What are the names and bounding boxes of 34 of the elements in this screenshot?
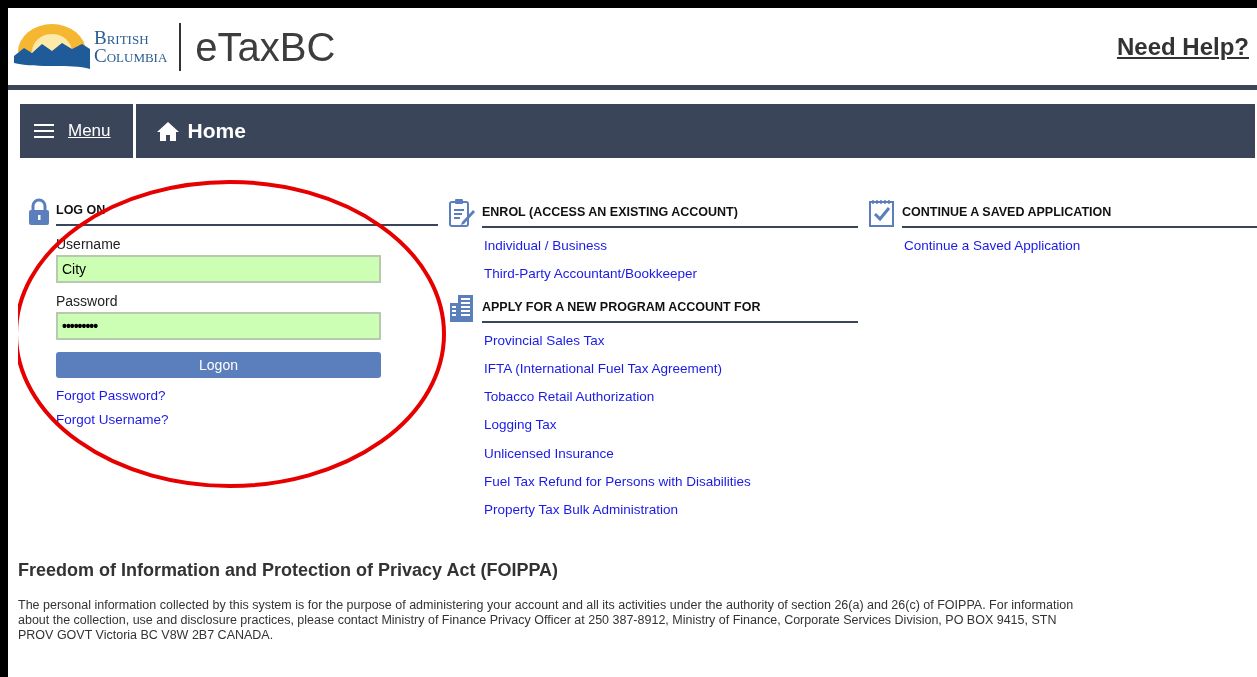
program-link[interactable]: Provincial Sales Tax [484, 330, 858, 351]
page-title: Home [187, 118, 246, 145]
program-link[interactable]: Continue a Saved Application [904, 236, 1257, 257]
home-icon [155, 121, 180, 141]
menu-link[interactable]: Menu [68, 118, 111, 144]
forgot-link[interactable]: Forgot Username? [56, 410, 438, 431]
sunrise-mountains-logo-icon [14, 21, 90, 72]
username-field[interactable]: City [56, 255, 381, 283]
program-link[interactable]: Property Tax Bulk Administration [484, 500, 858, 521]
program-link[interactable]: Unlicensed Insurance [484, 443, 858, 464]
program-link[interactable]: Third-Party Accountant/Bookkeeper [484, 264, 858, 285]
clipboard-pencil-icon [448, 198, 476, 228]
program-link[interactable]: Logging Tax [484, 415, 858, 436]
forgot-link[interactable]: Forgot Password? [56, 386, 438, 407]
privacy-heading: Freedom of Information and Protection of Privacy Act (FOIPPA) [18, 560, 560, 582]
padlock-icon [28, 198, 50, 226]
logo-wordmark: British Columbia [94, 28, 168, 65]
calendar-check-icon [868, 198, 896, 228]
program-link[interactable]: Fuel Tax Refund for Persons with Disabilities [484, 471, 858, 492]
help-link[interactable]: Need Help? [1116, 28, 1249, 65]
program-link[interactable]: Tobacco Retail Authorization [484, 387, 858, 408]
app-title: eTaxBC [195, 23, 336, 71]
program-link[interactable]: Individual / Business [484, 236, 858, 257]
section-heading: ENROL (ACCESS AN EXISTING ACCOUNT) [482, 203, 858, 228]
field-label: Password [56, 292, 119, 311]
section-heading: CONTINUE A SAVED APPLICATION [902, 203, 1257, 228]
menu-icon[interactable] [34, 123, 54, 139]
section-heading: APPLY FOR A NEW PROGRAM ACCOUNT FOR [482, 297, 858, 323]
logon-button[interactable]: Logon [56, 352, 381, 378]
field-label: Username [56, 235, 122, 254]
password-field[interactable]: ••••••••• [56, 312, 381, 340]
program-link[interactable]: IFTA (International Fuel Tax Agreement) [484, 358, 858, 379]
privacy-paragraph: The personal information collected by this system is for the purpose of administering your account and all its activities under the authority of section 26(a) and 26(c) of FOIPPA. For information about the collection, use and disclosure practices, please contact Ministry of Finance Privacy Officer at 250 387-8912, Ministry of Finance, Corporate Services Division, PO BOX 9415, STN PROV GOVT Victoria BC V8W 2B7 CANADA. [18, 597, 1075, 643]
office-building-icon [448, 292, 476, 323]
